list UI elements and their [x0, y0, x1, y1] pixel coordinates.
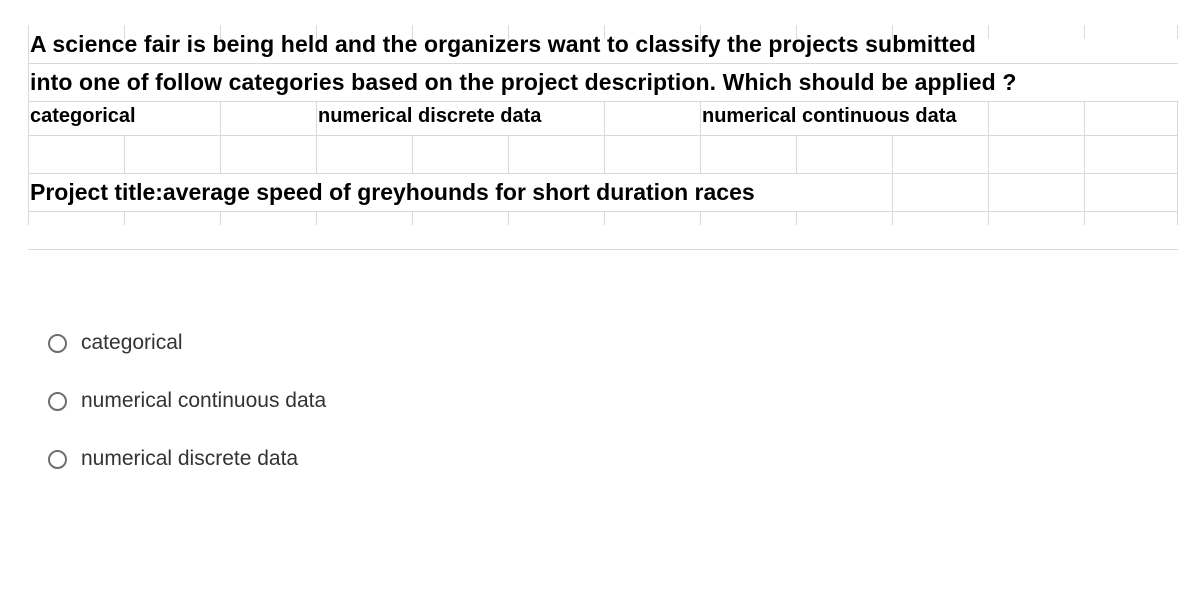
question-line-1: A science fair is being held and the org…	[28, 31, 976, 58]
project-title-row: Project title:average speed of greyhound…	[28, 173, 1178, 211]
answer-options: categorical numerical continuous data nu…	[48, 331, 1178, 471]
radio-icon	[48, 392, 67, 411]
radio-icon	[48, 334, 67, 353]
option-label: numerical discrete data	[81, 447, 298, 471]
category-3: numerical continuous data	[702, 105, 956, 128]
question-row-2: into one of follow categories based on t…	[28, 63, 1178, 101]
blank-row	[28, 135, 1178, 173]
option-numerical-continuous[interactable]: numerical continuous data	[48, 389, 1178, 413]
category-1: categorical	[30, 105, 136, 128]
option-label: categorical	[81, 331, 183, 355]
spreadsheet-question-block: A science fair is being held and the org…	[28, 25, 1178, 471]
radio-icon	[48, 450, 67, 469]
option-label: numerical continuous data	[81, 389, 326, 413]
question-row-1: A science fair is being held and the org…	[28, 25, 1178, 63]
option-categorical[interactable]: categorical	[48, 331, 1178, 355]
cell-overlay: A science fair is being held and the org…	[28, 25, 1178, 211]
project-title: Project title:average speed of greyhound…	[28, 179, 755, 206]
option-numerical-discrete[interactable]: numerical discrete data	[48, 447, 1178, 471]
categories-row: categorical numerical discrete data nume…	[28, 101, 1178, 135]
category-2: numerical discrete data	[318, 105, 541, 128]
question-line-2: into one of follow categories based on t…	[28, 69, 1016, 96]
